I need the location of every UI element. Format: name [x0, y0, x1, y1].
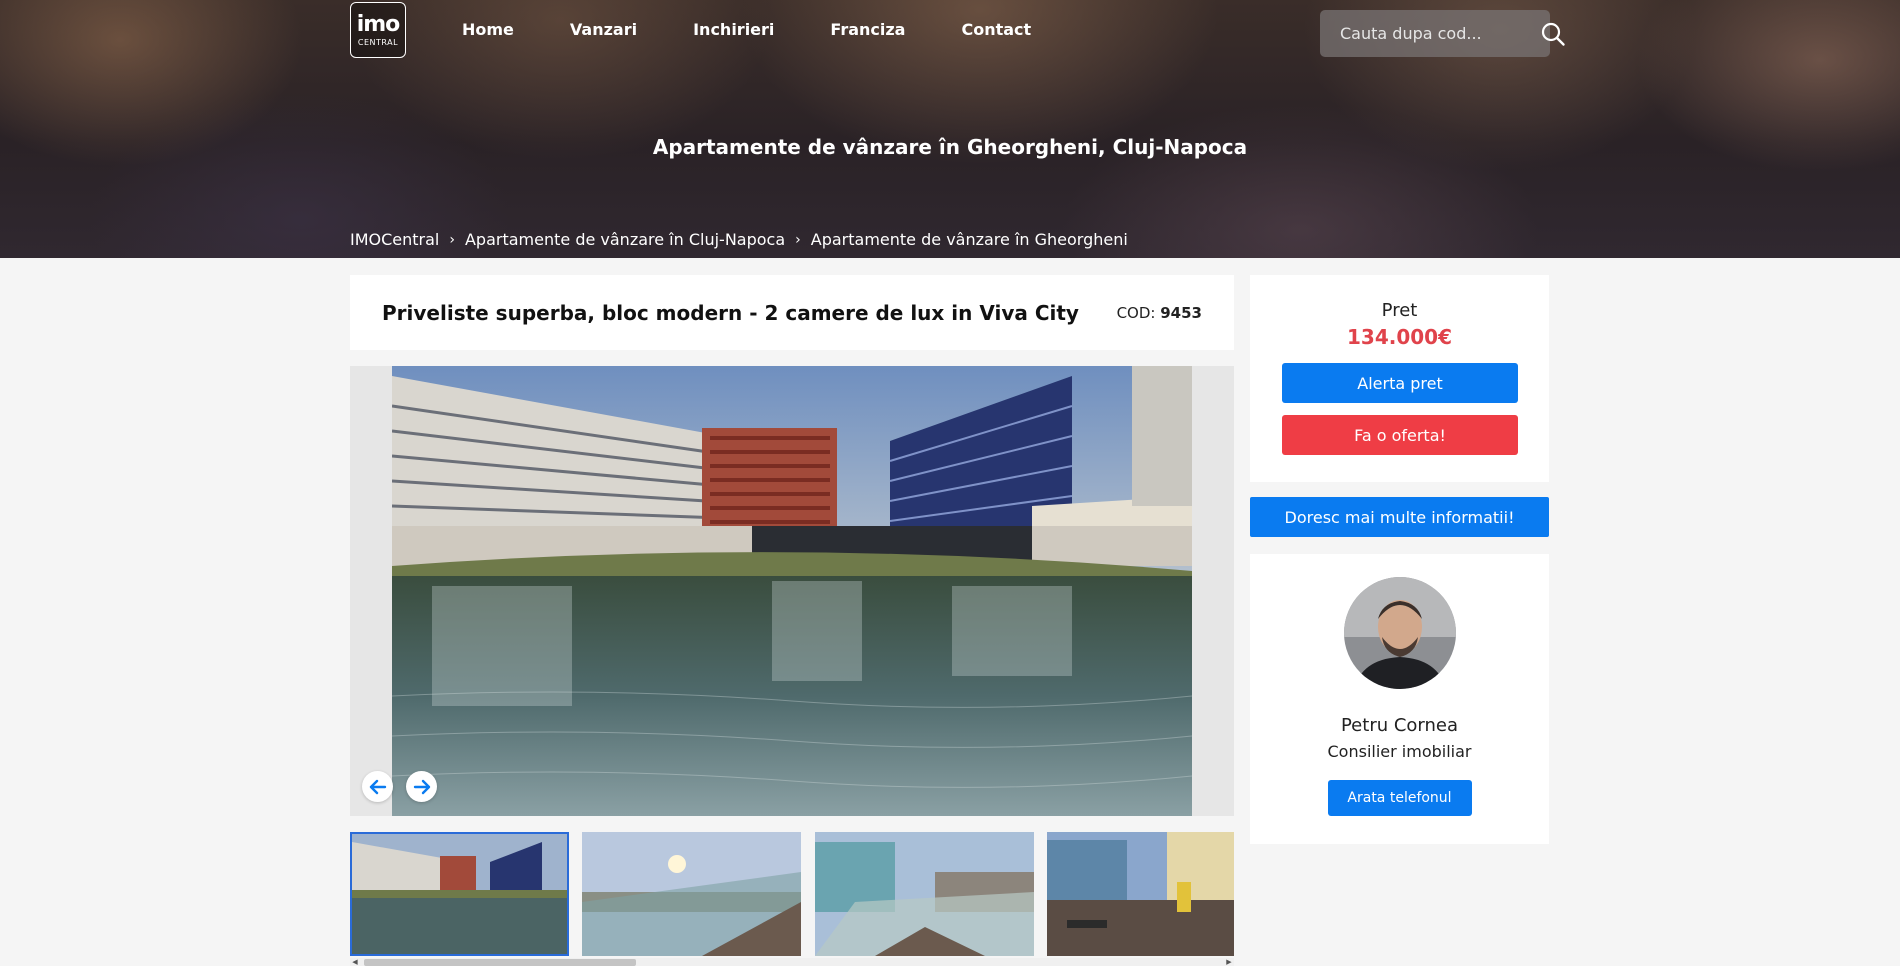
thumbnail-scrollbar[interactable]: ◀ ▶	[350, 958, 1234, 966]
thumbnail-strip	[350, 832, 1234, 957]
show-phone-button[interactable]: Arata telefonul	[1327, 780, 1472, 816]
breadcrumb: IMOCentral › Apartamente de vânzare în C…	[350, 230, 1128, 249]
listing-header: Priveliste superba, bloc modern - 2 came…	[350, 275, 1234, 350]
gallery-next-button[interactable]	[406, 771, 437, 802]
scroll-left-icon[interactable]: ◀	[350, 958, 360, 966]
listing-title: Priveliste superba, bloc modern - 2 came…	[382, 300, 1079, 325]
photo-gallery	[350, 366, 1234, 816]
thumbnail-lake[interactable]	[350, 832, 569, 956]
nav-contact[interactable]: Contact	[961, 20, 1031, 39]
page-title: Apartamente de vânzare în Gheorgheni, Cl…	[652, 135, 1248, 159]
more-info-button[interactable]: Doresc mai multe informatii!	[1250, 497, 1549, 537]
main-nav: Home Vanzari Inchirieri Franciza Contact	[462, 20, 1087, 39]
arrow-left-icon	[369, 779, 386, 794]
breadcrumb-item[interactable]: IMOCentral	[350, 230, 439, 249]
price-value: 134.000€	[1346, 325, 1452, 349]
agent-name: Petru Cornea	[1340, 715, 1459, 736]
make-offer-button[interactable]: Fa o oferta!	[1282, 415, 1518, 455]
search-icon[interactable]	[1540, 21, 1566, 47]
code-label: COD:	[1116, 303, 1156, 322]
scroll-right-icon[interactable]: ▶	[1224, 958, 1234, 966]
nav-franciza[interactable]: Franciza	[830, 20, 905, 39]
agent-role: Consilier imobiliar	[1327, 742, 1472, 761]
gallery-prev-button[interactable]	[362, 771, 393, 802]
arrow-right-icon	[413, 779, 430, 794]
nav-inchirieri[interactable]: Inchirieri	[693, 20, 774, 39]
breadcrumb-item[interactable]: Apartamente de vânzare în Cluj-Napoca	[465, 230, 785, 249]
nav-vanzari[interactable]: Vanzari	[570, 20, 637, 39]
site-logo[interactable]: imo CENTRAL	[350, 2, 406, 58]
logo-sub-text: CENTRAL	[357, 37, 399, 47]
listing-code: COD: 9453	[1117, 304, 1202, 322]
breadcrumb-separator: ›	[795, 231, 801, 248]
avatar	[1343, 577, 1456, 689]
nav-home[interactable]: Home	[462, 20, 514, 39]
price-alert-button[interactable]: Alerta pret	[1282, 363, 1518, 403]
search-box	[1320, 10, 1565, 57]
price-label: Pret	[1381, 300, 1418, 321]
search-input[interactable]	[1340, 24, 1540, 43]
price-panel: Pret 134.000€ Alerta pret Fa o oferta!	[1250, 275, 1549, 482]
agent-card: Petru Cornea Consilier imobiliar Arata t…	[1250, 554, 1549, 844]
logo-main-text: imo	[356, 11, 401, 37]
breadcrumb-item[interactable]: Apartamente de vânzare în Gheorgheni	[811, 230, 1128, 249]
thumbnail-balcony-railing[interactable]	[815, 832, 1034, 956]
code-value: 9453	[1160, 303, 1202, 322]
thumbnail-balcony-sunset[interactable]	[582, 832, 801, 956]
scrollbar-thumb[interactable]	[364, 959, 636, 966]
thumbnail-playground[interactable]	[1047, 832, 1234, 956]
breadcrumb-separator: ›	[449, 231, 455, 248]
main-photo[interactable]	[392, 366, 1192, 816]
